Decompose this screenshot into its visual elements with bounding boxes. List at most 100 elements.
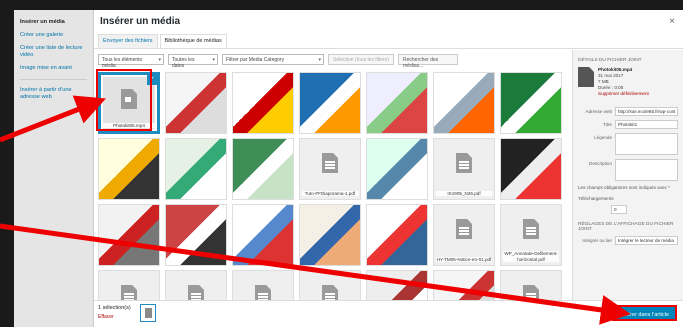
image-preview [233,205,293,265]
image-preview [300,73,360,133]
thumbnail-caption: WP_Annotate-Defilement-horizontal.pdf [503,251,559,262]
downloads-field[interactable]: 0 [611,205,627,214]
filter-category-select[interactable]: Filtrer par Media Category ▾ [222,53,324,65]
image-preview [166,73,226,133]
details-meta: Photokit05.mp4 31 mai 2017 7 MB Durée : … [598,67,649,97]
image-preview [99,139,159,199]
delete-permanently-link[interactable]: Supprimer définitivement [598,91,649,97]
selected-thumbnail[interactable] [140,304,156,322]
image-preview [300,205,360,265]
description-field[interactable] [615,159,678,181]
menu-insert-media[interactable]: Insérer un média [14,16,93,29]
media-thumbnail[interactable] [232,138,294,200]
chevron-down-icon: ▾ [158,56,161,63]
media-toolbar: Tous les éléments média ▾ Toutes les date… [98,52,458,69]
menu-create-gallery[interactable]: Créer une galerie [14,29,93,42]
filter-media-type-select[interactable]: Tous les éléments média ▾ [98,53,164,69]
video-file-icon [121,89,137,109]
document-file-icon [523,219,539,239]
media-thumbnail[interactable] [366,72,428,134]
image-preview [166,205,226,265]
media-thumbnail[interactable]: Tuto-FFDiaporama-1.pdf [299,138,361,200]
image-preview [501,139,561,199]
bulk-select-button[interactable]: Sélection (tous les filtres) [328,53,394,65]
downloads-label: Téléchargements [578,196,614,201]
image-preview [233,139,293,199]
filter-category-label: Filtrer par Media Category [226,56,285,63]
media-thumbnail[interactable] [299,72,361,134]
media-thumbnail[interactable] [232,204,294,266]
downloads-row: 0 [578,205,678,214]
media-grid: Photokit05.mp4 ✓ Tuto-FFDiaporama-1.pdf IS1… [98,72,568,327]
media-thumbnail[interactable]: WP_Annotate-Defilement-horizontal.pdf [500,204,562,266]
image-preview [233,73,293,133]
description-label: Description [589,161,612,166]
tab-media-library[interactable]: Bibliothèque de médias [159,34,227,48]
media-thumbnail[interactable] [165,72,227,134]
check-icon[interactable]: ✓ [147,75,157,85]
media-thumbnail[interactable] [366,204,428,266]
thumbnail-caption: HY-TM05-Notice-en-01.pdf [436,256,492,262]
media-thumbnail[interactable]: IS1905_N26.pdf [433,138,495,200]
search-media-input[interactable]: Rechercher des médias... [398,53,458,69]
thumbnail-caption: IS1905_N26.pdf [436,190,492,196]
media-thumbnail[interactable] [366,138,428,200]
embed-label: Intégrer ou lier [582,238,612,243]
screenshot-frame: Insérer un média Créer une galerie Créer… [0,0,683,327]
image-preview [367,139,427,199]
clear-selection-link[interactable]: Effacer [98,314,114,320]
media-thumbnail[interactable] [165,138,227,200]
downloads-spacer [578,205,608,207]
details-heading: Détails du fichier joint [578,58,642,63]
tab-divider [94,48,683,49]
image-preview [367,73,427,133]
display-settings-heading: Réglages de l’affichage du fichier joint [578,222,674,232]
details-file-info: Photokit05.mp4 31 mai 2017 7 MB Durée : … [578,67,678,97]
media-thumbnail[interactable] [232,72,294,134]
image-preview [99,205,159,265]
file-icon [145,308,152,318]
url-row: Adresse web http://soir.ecole65.fr/wp-co… [578,107,678,116]
menu-insert-from-url[interactable]: Insérer à partir d’une adresse web [14,84,93,104]
document-file-icon [322,153,338,173]
required-note: Les champs obligatoires sont indiqués av… [578,185,670,190]
caption-field[interactable] [615,133,678,155]
url-field[interactable]: http://soir.ecole65.fr/wp-cont [615,107,678,116]
image-preview [434,73,494,133]
image-preview [501,73,561,133]
media-toolbar-bottom: 1 sélection(s) Effacer Insérer dans l’ar… [94,300,683,327]
embed-select[interactable]: Intégrer le lecteur de média [615,236,678,245]
media-thumbnail[interactable] [98,138,160,200]
media-thumbnail[interactable] [98,204,160,266]
filter-date-label: Toutes les dates [172,56,195,69]
media-thumbnail[interactable] [299,204,361,266]
media-thumbnail[interactable]: HY-TM05-Notice-en-01.pdf [433,204,495,266]
media-thumbnail[interactable] [500,138,562,200]
menu-featured-image[interactable]: Image mise en avant [14,62,93,75]
image-preview [367,205,427,265]
media-thumbnail[interactable] [500,72,562,134]
title-field[interactable]: Photokit1 [615,120,678,129]
caption-label: Légende [594,135,612,140]
embed-row: Intégrer ou lier Intégrer le lecteur de … [578,236,678,245]
media-menu: Insérer un média Créer une galerie Créer… [14,10,94,327]
menu-create-video-playlist[interactable]: Créer une liste de lecture vidéo [14,42,93,62]
document-file-icon [456,153,472,173]
insert-into-post-button[interactable]: Insérer dans l’article [611,305,677,321]
title-label: Titre [602,122,612,127]
filter-media-type-label: Tous les éléments média [102,56,143,69]
filter-date-select[interactable]: Toutes les dates ▾ [168,53,218,69]
chevron-down-icon: ▾ [212,56,215,63]
thumbnail-caption: Tuto-FFDiaporama-1.pdf [302,190,358,196]
tab-upload-files[interactable]: Envoyer des fichiers [98,34,158,48]
description-row: Description [578,159,678,181]
media-thumbnail[interactable] [165,204,227,266]
image-preview [166,139,226,199]
close-icon[interactable]: × [669,16,675,27]
thumbnail-caption: Photokit05.mp4 [103,122,155,128]
media-modal: Insérer un média Créer une galerie Créer… [14,10,683,327]
caption-row: Légende [578,133,678,155]
media-thumbnail[interactable] [433,72,495,134]
video-file-icon [578,67,594,87]
media-thumbnail[interactable]: Photokit05.mp4 ✓ [98,72,160,134]
